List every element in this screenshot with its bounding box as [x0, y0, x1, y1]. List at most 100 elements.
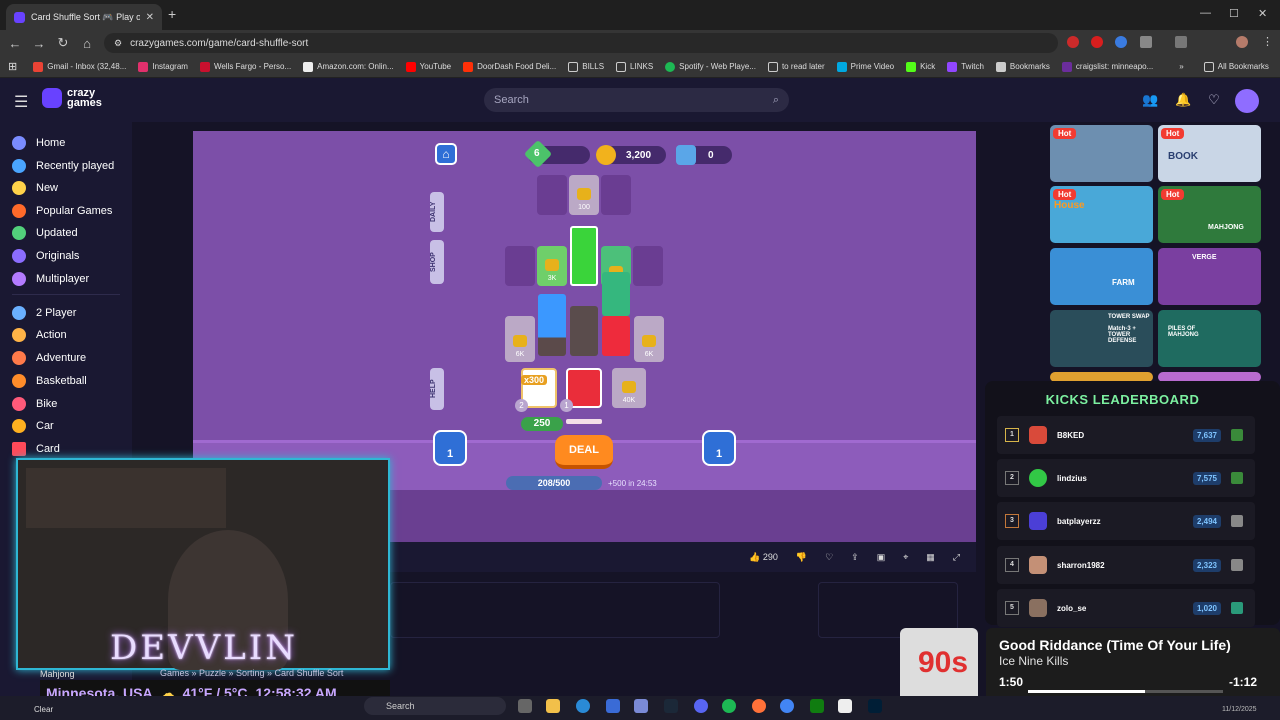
bookmark-instagram[interactable]: Instagram	[138, 61, 188, 72]
upload-icon[interactable]: ⇪	[851, 552, 859, 563]
new-tab-icon[interactable]: +	[168, 6, 176, 22]
profile-icon[interactable]	[1236, 36, 1248, 48]
sidebar-item-new[interactable]: New	[12, 181, 58, 195]
sidebar-item-multiplayer[interactable]: Multiplayer	[12, 272, 89, 286]
taskbar-search[interactable]: Search	[364, 697, 506, 715]
bookmark-spotify[interactable]: Spotify - Web Playe...	[665, 61, 756, 72]
bookmark-youtube[interactable]: YouTube	[405, 61, 451, 72]
game-home-icon[interactable]: ⌂	[435, 143, 457, 165]
game-thumbnail[interactable]: Hot MAHJONG	[1158, 186, 1261, 243]
task-view-icon[interactable]	[518, 699, 532, 713]
file-explorer-icon[interactable]	[546, 699, 560, 713]
sidebar-item-2-player[interactable]: 2 Player	[12, 306, 76, 320]
sidebar-item-home[interactable]: Home	[12, 136, 65, 150]
sidepanel-icon[interactable]	[1175, 36, 1187, 48]
edge-icon[interactable]	[576, 699, 590, 713]
url-field[interactable]: ⚙ crazygames.com/game/card-shuffle-sort	[104, 33, 1058, 53]
notifications-icon[interactable]: 🔔	[1175, 92, 1191, 108]
chrome-icon[interactable]	[780, 699, 794, 713]
store-icon[interactable]	[606, 699, 620, 713]
feedback-icon[interactable]: ▣	[877, 552, 886, 563]
spotify-icon[interactable]	[722, 699, 736, 713]
theater-mode-icon[interactable]: ⌖	[903, 552, 908, 563]
bookmark-doordash[interactable]: DoorDash Food Deli...	[463, 61, 556, 72]
teal-card-stack[interactable]	[602, 272, 630, 316]
sidebar-item-bike[interactable]: Bike	[12, 397, 57, 411]
deal-button[interactable]: DEAL	[555, 435, 613, 469]
search-icon[interactable]: ⌕	[773, 94, 779, 107]
bookmark-twitch[interactable]: Twitch	[947, 61, 984, 72]
sidebar-item-car[interactable]: Car	[12, 419, 54, 433]
menu-icon[interactable]: ⋮	[1262, 35, 1273, 48]
fullscreen-icon[interactable]: ⤢	[953, 552, 960, 563]
all-bookmarks[interactable]: All Bookmarks	[1203, 61, 1269, 72]
locked-slot[interactable]: 100	[569, 175, 599, 215]
game-thumbnail[interactable]: Hot	[1050, 125, 1153, 182]
bookmark-folder-bills[interactable]: BILLS	[568, 61, 604, 72]
locked-slot[interactable]: 6K	[634, 316, 664, 362]
bookmark-prime-video[interactable]: Prime Video	[836, 61, 894, 72]
maximize-icon[interactable]: ☐	[1229, 7, 1239, 20]
locked-slot[interactable]: 3K	[537, 246, 567, 286]
xbox-icon[interactable]	[810, 699, 824, 713]
apps-icon[interactable]: ⊞	[8, 60, 17, 73]
sidebar-item-basketball[interactable]: Basketball	[12, 374, 87, 388]
extension-icon[interactable]	[1091, 36, 1103, 48]
sidebar-item-mahjong[interactable]: Mahjong	[40, 669, 75, 679]
bookmark-folder-links[interactable]: LINKS	[616, 61, 653, 72]
sidebar-item-card[interactable]: Card	[12, 442, 60, 456]
share-icon[interactable]: ▦	[926, 552, 935, 563]
reload-icon[interactable]: ↻	[51, 35, 75, 51]
gray-card-stack[interactable]	[570, 306, 598, 356]
game-thumbnail[interactable]: Hot BOOK	[1158, 125, 1261, 182]
bomb-powerup-button[interactable]: 1	[702, 430, 736, 466]
sidebar-item-originals[interactable]: Originals	[12, 249, 79, 263]
daily-tab[interactable]: DAILY	[430, 192, 444, 232]
search-input[interactable]: Search ⌕	[484, 88, 789, 112]
back-icon[interactable]: ←	[3, 36, 27, 51]
steam-icon[interactable]	[664, 699, 678, 713]
green-card-stack[interactable]	[570, 226, 598, 286]
user-avatar[interactable]	[1235, 89, 1259, 113]
bookmark-folder-read-later[interactable]: to read later	[767, 61, 825, 72]
blue-card-stack[interactable]	[538, 294, 566, 356]
minimize-icon[interactable]: —	[1200, 7, 1211, 19]
app-icon[interactable]	[838, 699, 852, 713]
bookmark-gmail[interactable]: Gmail - Inbox (32,48...	[33, 61, 126, 72]
game-thumbnail[interactable]: Hot House	[1050, 186, 1153, 243]
sidebar-item-recently-played[interactable]: Recently played	[12, 159, 114, 173]
game-thumbnail[interactable]: VERGE	[1158, 248, 1261, 305]
powerup-left-button[interactable]: 1	[433, 430, 467, 466]
firefox-icon[interactable]	[752, 699, 766, 713]
bookmark-craigslist[interactable]: craigslist: minneapo...	[1061, 61, 1153, 72]
shop-tab[interactable]: SHOP	[430, 240, 444, 284]
close-window-icon[interactable]: ✕	[1258, 7, 1267, 20]
home-icon[interactable]: ⌂	[75, 36, 99, 51]
bookmarks-overflow-icon[interactable]: »	[1179, 62, 1183, 71]
extensions-puzzle-icon[interactable]	[1140, 36, 1152, 48]
bookmark-wellsfargo[interactable]: Wells Fargo - Perso...	[199, 61, 291, 72]
friends-icon[interactable]: 👥	[1142, 92, 1158, 108]
sidebar-item-popular[interactable]: Popular Games	[12, 204, 112, 218]
sidebar-item-action[interactable]: Action	[12, 328, 67, 342]
photoshop-icon[interactable]	[868, 699, 882, 713]
favorites-heart-icon[interactable]: ♡	[1206, 92, 1222, 108]
like-button[interactable]: 👍 290	[749, 552, 778, 563]
red-card-stack[interactable]	[602, 316, 630, 356]
browser-tab[interactable]: Card Shuffle Sort 🎮 Play on C ✕	[6, 4, 162, 30]
help-tab[interactable]: HELP	[430, 368, 444, 410]
sidebar-item-updated[interactable]: Updated	[12, 226, 78, 240]
favorite-heart-icon[interactable]: ♡	[825, 552, 833, 563]
discord-icon[interactable]	[694, 699, 708, 713]
close-tab-icon[interactable]: ✕	[146, 12, 154, 23]
hamburger-menu-icon[interactable]: ☰	[14, 92, 28, 112]
forward-icon[interactable]: →	[27, 36, 51, 51]
extension-icon[interactable]	[1115, 36, 1127, 48]
dislike-icon[interactable]: 👎	[796, 552, 807, 563]
sidebar-item-adventure[interactable]: Adventure	[12, 351, 86, 365]
game-thumbnail[interactable]: TOWER SWAP Match-3 + TOWER DEFENSE	[1050, 310, 1153, 367]
bookmark-bookmarks[interactable]: Bookmarks	[995, 61, 1050, 72]
site-info-icon[interactable]: ⚙	[114, 38, 122, 49]
bookmark-kick[interactable]: Kick	[906, 61, 935, 72]
game-thumbnail[interactable]: FARM	[1050, 248, 1153, 305]
